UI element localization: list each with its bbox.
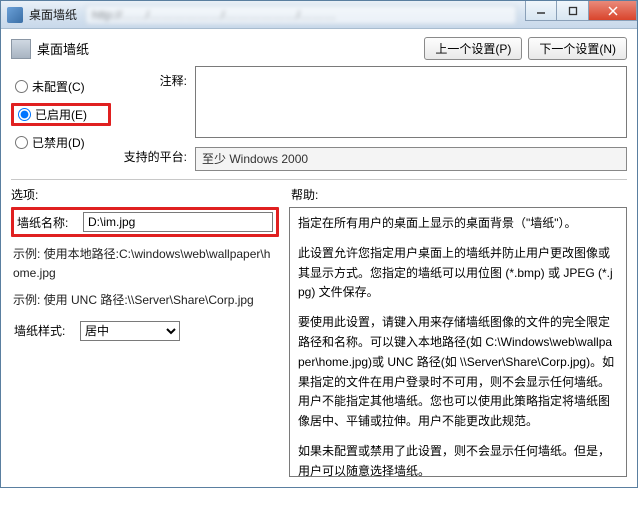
help-paragraph: 指定在所有用户的桌面上显示的桌面背景（"墙纸"）。 [298, 214, 618, 234]
supported-platform-box: 至少 Windows 2000 [195, 147, 627, 171]
app-icon [7, 7, 23, 23]
window-title: 桌面墙纸 [29, 6, 77, 23]
section-labels: 选项: 帮助: [11, 186, 627, 203]
close-button[interactable] [589, 1, 637, 21]
radio-enabled-input[interactable] [18, 108, 31, 121]
upper-labels-col: 注释: 支持的平台: [119, 66, 187, 171]
wallpaper-name-row: 墙纸名称: [11, 207, 279, 237]
wallpaper-style-label: 墙纸样式: [14, 322, 74, 339]
example-local-path: 示例: 使用本地路径:C:\windows\web\wallpaper\home… [13, 245, 277, 283]
radio-enabled[interactable]: 已启用(E) [11, 103, 111, 126]
comment-textarea[interactable] [195, 66, 627, 138]
help-paragraph: 要使用此设置，请键入用来存储墙纸图像的文件的完全限定路径和名称。可以键入本地路径… [298, 313, 618, 432]
comment-label: 注释: [119, 70, 187, 148]
minimize-button[interactable] [525, 1, 557, 21]
help-paragraph: 此设置允许您指定用户桌面上的墙纸并防止用户更改图像或其显示方式。您指定的墙纸可以… [298, 244, 618, 303]
radio-disabled[interactable]: 已禁用(D) [11, 134, 111, 151]
policy-title: 桌面墙纸 [37, 39, 89, 58]
divider [11, 179, 627, 180]
wallpaper-name-label: 墙纸名称: [17, 214, 77, 231]
window-controls [525, 1, 637, 28]
next-setting-button[interactable]: 下一个设置(N) [528, 37, 627, 60]
radio-disabled-label: 已禁用(D) [32, 134, 85, 151]
upper-boxes-col: 至少 Windows 2000 [195, 66, 627, 171]
prev-setting-button[interactable]: 上一个设置(P) [424, 37, 522, 60]
content-area: 桌面墙纸 上一个设置(P) 下一个设置(N) 未配置(C) 已启用(E) 已禁用… [1, 29, 637, 487]
policy-icon [11, 39, 31, 59]
maximize-button[interactable] [557, 1, 589, 21]
policy-editor-window: 桌面墙纸 http://……/………………/………………/……… 桌面墙纸 上一… [0, 0, 638, 488]
options-section-label: 选项: [11, 186, 291, 203]
radio-enabled-label: 已启用(E) [35, 106, 87, 123]
help-paragraph: 如果未配置或禁用了此设置，则不会显示任何墙纸。但是，用户可以随意选择墙纸。 [298, 442, 618, 477]
platform-label: 支持的平台: [119, 148, 187, 165]
address-bar-blurred: http://……/………………/………………/……… [85, 5, 517, 25]
radio-not-configured-input[interactable] [15, 80, 28, 93]
wallpaper-name-input[interactable] [83, 212, 273, 232]
wallpaper-style-select[interactable]: 居中 [80, 321, 180, 341]
upper-section: 未配置(C) 已启用(E) 已禁用(D) 注释: 支持的平台: 至少 Windo… [11, 66, 627, 171]
example-unc-path: 示例: 使用 UNC 路径:\\Server\Share\Corp.jpg [13, 291, 277, 310]
options-panel: 墙纸名称: 示例: 使用本地路径:C:\windows\web\wallpape… [11, 207, 279, 477]
wallpaper-style-row: 墙纸样式: 居中 [11, 319, 279, 343]
help-box[interactable]: 指定在所有用户的桌面上显示的桌面背景（"墙纸"）。 此设置允许您指定用户桌面上的… [289, 207, 627, 477]
lower-section: 墙纸名称: 示例: 使用本地路径:C:\windows\web\wallpape… [11, 207, 627, 477]
state-radios: 未配置(C) 已启用(E) 已禁用(D) [11, 66, 111, 171]
help-section-label: 帮助: [291, 186, 627, 203]
header-row: 桌面墙纸 上一个设置(P) 下一个设置(N) [11, 37, 627, 60]
radio-not-configured[interactable]: 未配置(C) [11, 78, 111, 95]
radio-disabled-input[interactable] [15, 136, 28, 149]
radio-not-configured-label: 未配置(C) [32, 78, 85, 95]
titlebar: 桌面墙纸 http://……/………………/………………/……… [1, 1, 637, 29]
